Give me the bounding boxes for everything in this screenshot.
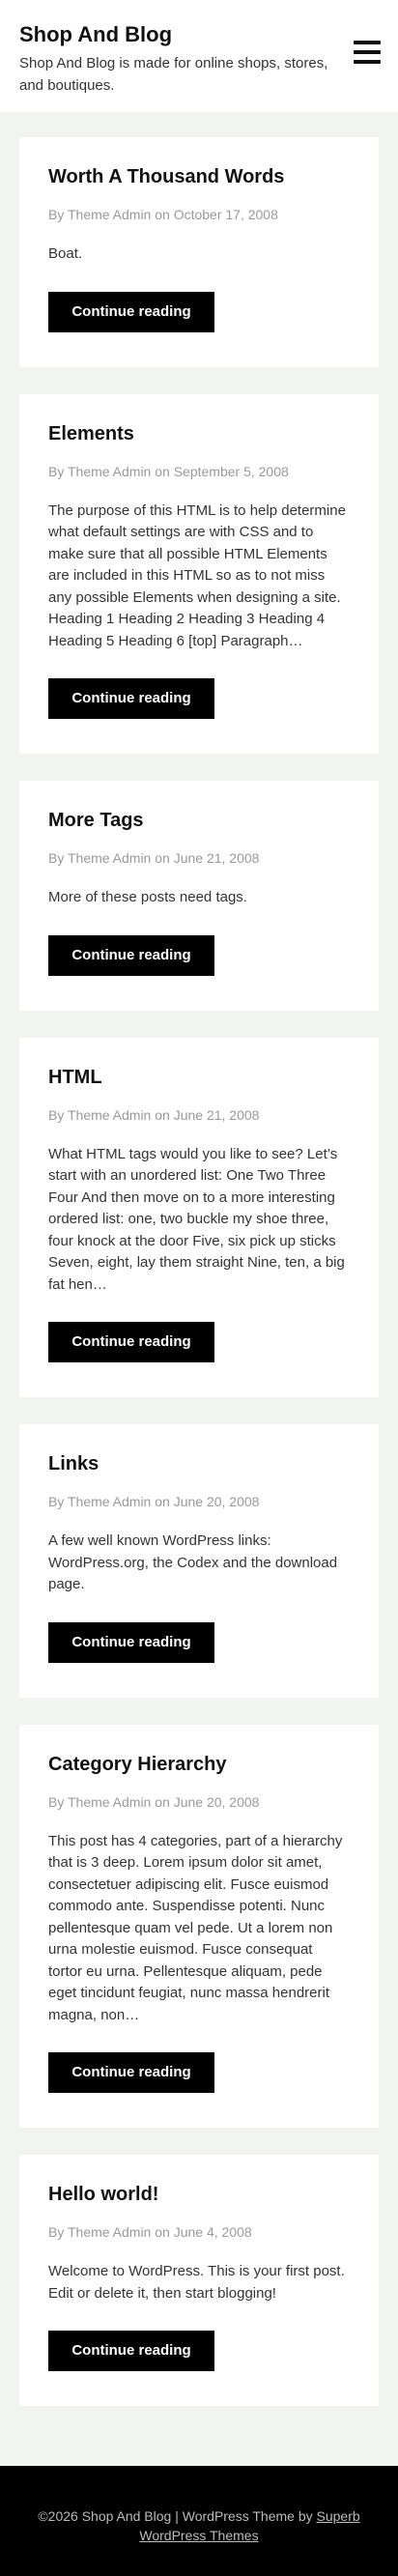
post-card: Category Hierarchy By Theme Admin on Jun… <box>19 1724 379 2128</box>
post-list: Worth A Thousand Words By Theme Admin on… <box>0 112 398 2437</box>
post-title[interactable]: More Tags <box>48 806 350 835</box>
post-excerpt: More of these posts need tags. <box>48 889 247 905</box>
post-excerpt: The purpose of this HTML is to help dete… <box>48 501 346 649</box>
post-excerpt: What HTML tags would you like to see? Le… <box>48 1145 345 1293</box>
continue-reading-button[interactable]: Continue reading <box>48 678 214 719</box>
post-title[interactable]: Links <box>48 1449 350 1478</box>
post-excerpt: A few well known WordPress links: WordPr… <box>48 1532 338 1592</box>
post-card: Links By Theme Admin on June 20, 2008 A … <box>19 1424 379 1698</box>
post-card: More Tags By Theme Admin on June 21, 200… <box>19 781 379 1011</box>
post-meta: By Theme Admin on June 20, 2008 <box>48 1494 260 1509</box>
continue-reading-button[interactable]: Continue reading <box>48 2331 214 2371</box>
continue-reading-button[interactable]: Continue reading <box>48 934 214 976</box>
site-footer: ©2026 Shop And Blog | WordPress Theme by… <box>0 2466 398 2576</box>
post-meta: By Theme Admin on June 20, 2008 <box>48 1793 260 1810</box>
menu-bar <box>354 41 381 44</box>
post-card: HTML By Theme Admin on June 21, 2008 Wha… <box>19 1037 379 1397</box>
continue-reading-button[interactable]: Continue reading <box>48 1322 214 1362</box>
post-title[interactable]: Hello world! <box>48 2180 350 2209</box>
post-title[interactable]: Worth A Thousand Words <box>48 162 350 191</box>
post-excerpt: Welcome to WordPress. This is your first… <box>48 2263 345 2302</box>
site-title[interactable]: Shop And Blog <box>19 21 379 48</box>
footer-credits: ©2026 Shop And Blog | WordPress Theme by… <box>0 2506 398 2545</box>
continue-reading-button[interactable]: Continue reading <box>48 2052 214 2093</box>
post-meta: By Theme Admin on June 21, 2008 <box>48 1106 260 1123</box>
menu-bar <box>354 50 381 54</box>
post-excerpt: This post has 4 categories, part of a hi… <box>48 1832 343 2023</box>
post-title[interactable]: HTML <box>48 1063 350 1092</box>
site-header: Shop And Blog Shop And Blog is made for … <box>0 0 398 112</box>
post-card: Elements By Theme Admin on September 5, … <box>19 393 379 754</box>
post-title[interactable]: Category Hierarchy <box>48 1750 350 1779</box>
post-card: Worth A Thousand Words By Theme Admin on… <box>19 137 379 367</box>
site-description: Shop And Blog is made for online shops, … <box>19 55 328 94</box>
post-card: Hello world! By Theme Admin on June 4, 2… <box>19 2155 379 2406</box>
post-meta: By Theme Admin on June 4, 2008 <box>48 2224 252 2240</box>
post-meta: By Theme Admin on September 5, 2008 <box>48 463 289 479</box>
hamburger-menu-icon[interactable] <box>354 41 381 66</box>
menu-bar <box>354 60 381 64</box>
post-meta: By Theme Admin on June 21, 2008 <box>48 850 260 866</box>
continue-reading-button[interactable]: Continue reading <box>48 291 214 332</box>
post-meta: By Theme Admin on October 17, 2008 <box>48 207 278 222</box>
post-excerpt: Boat. <box>48 245 83 262</box>
post-title[interactable]: Elements <box>48 419 350 448</box>
continue-reading-button[interactable]: Continue reading <box>48 1621 214 1663</box>
footer-copyright: ©2026 Shop And Blog | WordPress Theme by <box>38 2508 317 2524</box>
